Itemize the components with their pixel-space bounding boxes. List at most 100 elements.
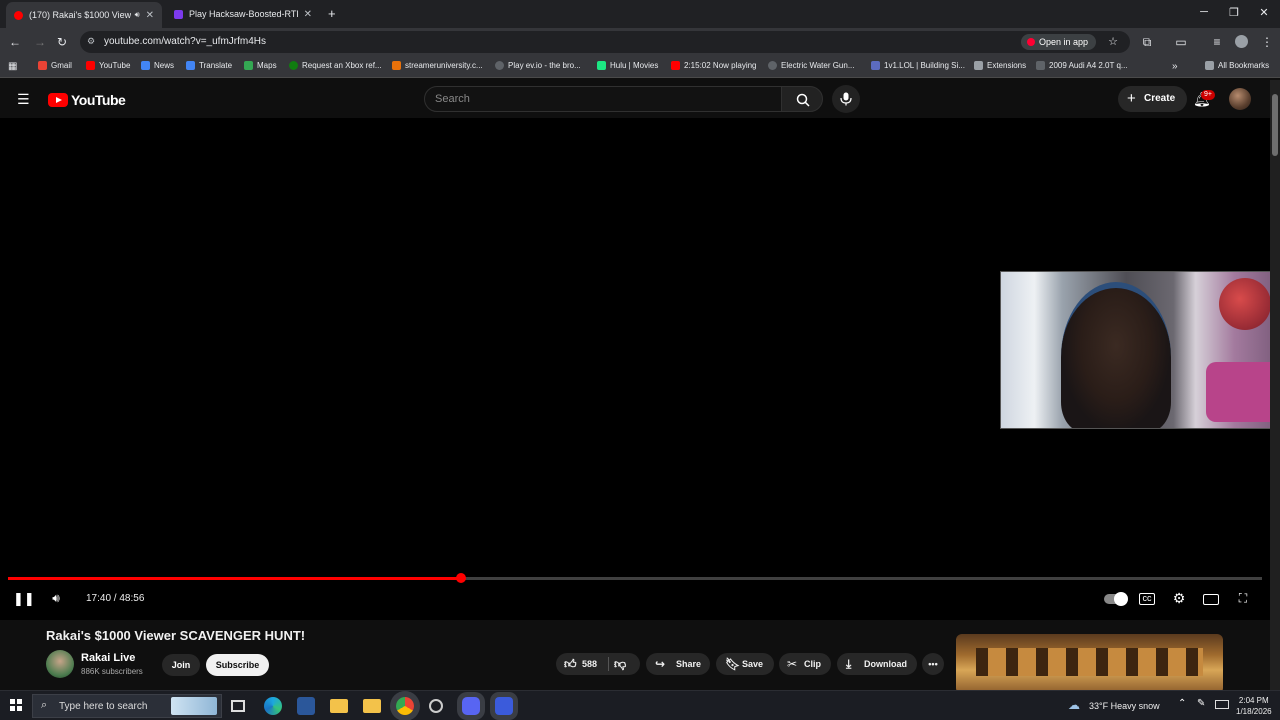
bookmark-youtube[interactable]: YouTube <box>86 61 130 70</box>
file-explorer-icon[interactable] <box>330 699 348 713</box>
theater-mode-icon[interactable] <box>1203 594 1219 605</box>
autoplay-toggle[interactable] <box>1104 592 1128 606</box>
youtube-header: ☰ YouTube Search + Create 🔔︎ 9+ <box>0 80 1270 118</box>
chrome-icon[interactable] <box>396 697 414 715</box>
bookmark-nowplaying[interactable]: 2:15:02 Now playing <box>671 61 757 70</box>
bookmark-1v1lol[interactable]: 1v1.LOL | Building Si... <box>871 61 965 70</box>
progress-scrubber-handle[interactable] <box>455 573 466 583</box>
profile-avatar[interactable] <box>1235 35 1248 48</box>
clip-label: Clip <box>804 659 821 669</box>
bookmark-maps[interactable]: Maps <box>244 61 277 70</box>
create-button[interactable]: + Create <box>1118 86 1188 112</box>
close-tab-icon[interactable]: ✕ <box>304 9 312 20</box>
bookmark-streameruniversity[interactable]: streameruniversity.c... <box>392 61 483 70</box>
bookmark-hulu[interactable]: Hulu | Movies <box>597 61 658 70</box>
bookmark-extensions[interactable]: Extensions <box>974 61 1026 70</box>
globe-decoration <box>1219 278 1271 330</box>
account-avatar[interactable] <box>1229 88 1251 110</box>
join-button[interactable]: Join <box>162 654 200 676</box>
cast-icon[interactable]: ▭ <box>1174 35 1188 49</box>
hamburger-menu-icon[interactable]: ☰ <box>17 91 30 108</box>
subscribe-button[interactable]: Subscribe <box>206 654 269 676</box>
pause-icon[interactable]: ❚❚ <box>13 591 35 607</box>
bookmark-news[interactable]: News <box>141 61 174 70</box>
scrollbar-thumb[interactable] <box>1272 94 1278 156</box>
hulu-icon <box>597 61 606 70</box>
channel-avatar[interactable] <box>46 650 74 678</box>
bookmark-translate[interactable]: Translate <box>186 61 232 70</box>
divider <box>608 657 609 671</box>
chrome-menu-icon[interactable]: ⋮ <box>1260 35 1274 49</box>
maps-icon <box>244 61 253 70</box>
restore-icon[interactable]: ❐ <box>1224 6 1244 19</box>
save-button[interactable]: 🔖︎ Save <box>716 653 774 675</box>
close-tab-icon[interactable]: ✕ <box>146 10 154 21</box>
bookmark-star-icon[interactable]: ☆ <box>1108 35 1118 48</box>
browser-toolbar: ← → ↻ ⚙︎ youtube.com/watch?v=_ufmJrfm4Hs… <box>0 28 1280 56</box>
page-scrollbar[interactable] <box>1270 80 1280 690</box>
minimize-icon[interactable]: ─ <box>1194 6 1214 18</box>
search-input[interactable]: Search <box>424 86 782 112</box>
extensions-icon[interactable]: ⧉ <box>1140 35 1154 49</box>
windows-start-icon[interactable] <box>10 699 22 711</box>
more-actions-button[interactable]: ••• <box>922 653 944 675</box>
sponsored-ad-thumbnail[interactable] <box>956 634 1223 694</box>
share-label: Share <box>676 659 702 669</box>
site-info-icon[interactable]: ⚙︎ <box>87 36 95 47</box>
bookmarks-overflow-icon[interactable]: » <box>1172 61 1178 72</box>
volume-icon[interactable]: 🔊︎ <box>48 591 64 606</box>
edge-icon[interactable] <box>264 697 282 715</box>
like-button[interactable]: 👍︎ 588 <box>556 653 608 675</box>
back-icon[interactable]: ← <box>8 35 22 49</box>
channel-name[interactable]: Rakai Live <box>81 652 135 664</box>
search-button[interactable] <box>781 86 823 112</box>
bookmark-watergun[interactable]: Electric Water Gun... <box>768 61 855 70</box>
clip-button[interactable]: ✂ Clip <box>779 653 831 675</box>
dislike-button[interactable]: 👎︎ <box>614 653 638 675</box>
bookmark-gmail[interactable]: Gmail <box>38 61 72 70</box>
download-button[interactable]: ⤓ Download <box>837 653 917 675</box>
bookmark-audi[interactable]: 2009 Audi A4 2.0T q... <box>1036 61 1128 70</box>
progress-bar[interactable] <box>8 573 1262 583</box>
microphone-icon <box>840 92 852 106</box>
bookmark-xbox[interactable]: Request an Xbox ref... <box>289 61 382 70</box>
voice-search-button[interactable] <box>832 85 860 113</box>
windows-taskbar: ⌕ Type here to search ☁ 33°F Heavy snow … <box>0 690 1280 720</box>
share-button[interactable]: ↪ Share <box>646 653 710 675</box>
discord-icon[interactable] <box>462 697 480 715</box>
close-window-icon[interactable]: ✕ <box>1254 6 1274 19</box>
bookmark-icon: 🔖︎ <box>725 657 741 671</box>
address-bar[interactable]: ⚙︎ youtube.com/watch?v=_ufmJrfm4Hs Open … <box>80 31 1130 53</box>
bookmark-evio[interactable]: Play ev.io - the bro... <box>495 61 581 70</box>
apps-grid-icon[interactable]: ▦ <box>8 61 17 72</box>
all-bookmarks[interactable]: All Bookmarks <box>1205 61 1269 70</box>
pen-icon[interactable]: ✎ <box>1197 698 1205 709</box>
captions-icon[interactable]: cc <box>1139 593 1155 605</box>
tab-youtube[interactable]: (170) Rakai's $1000 Viewer 🔊︎ ✕ <box>6 2 162 28</box>
globe-icon <box>495 61 504 70</box>
taskbar-clock[interactable]: 2:04 PM 1/18/2026 <box>1236 695 1272 717</box>
store-icon[interactable] <box>363 699 381 713</box>
keyboard-icon[interactable] <box>1215 700 1229 709</box>
media-control-icon[interactable]: ≡ <box>1210 35 1224 49</box>
forward-icon[interactable]: → <box>33 35 47 49</box>
taskbar-search-box[interactable]: ⌕ Type here to search <box>32 694 222 718</box>
gmail-icon <box>38 61 47 70</box>
steam-icon[interactable] <box>429 699 443 713</box>
task-view-icon[interactable] <box>231 700 245 712</box>
audi-icon <box>1036 61 1045 70</box>
search-placeholder: Search <box>435 93 470 105</box>
word-icon[interactable] <box>297 697 315 715</box>
app-icon[interactable] <box>495 697 513 715</box>
youtube-logo[interactable]: YouTube <box>48 92 126 108</box>
hacksaw-favicon-icon <box>174 9 183 19</box>
tab-hacksaw[interactable]: Play Hacksaw-Boosted-RTP Ca ✕ <box>166 2 320 26</box>
new-tab-button[interactable]: + <box>328 6 336 21</box>
tray-overflow-icon[interactable]: ⌃ <box>1178 698 1186 709</box>
speaker-icon[interactable]: 🔊︎ <box>135 10 140 20</box>
open-in-app-button[interactable]: Open in app <box>1020 34 1096 50</box>
bookmark-label: Electric Water Gun... <box>781 61 855 70</box>
fullscreen-icon[interactable]: ⛶ <box>1235 591 1251 606</box>
settings-gear-icon[interactable]: ⚙︎ <box>1171 590 1187 607</box>
reload-icon[interactable]: ↻ <box>55 35 69 49</box>
